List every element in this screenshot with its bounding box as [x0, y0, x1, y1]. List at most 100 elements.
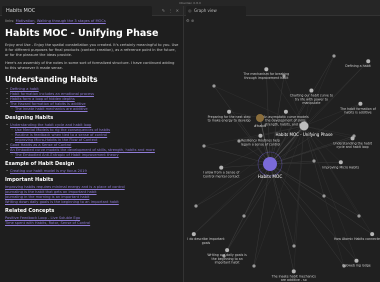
center-node — [263, 157, 277, 171]
graph-node — [202, 144, 206, 148]
list-item: The innate habit mechanics are additive — [5, 107, 179, 112]
heading-understanding: Understanding Habits — [5, 75, 98, 84]
heading-example: Example of Habit Design — [5, 161, 75, 167]
heading-important: Important Habits — [5, 177, 54, 183]
graph-node — [194, 204, 198, 208]
graph-node — [350, 136, 355, 141]
center-node-label: Habits MOC — [258, 174, 283, 179]
links-line: links: Motivation, Walking through the 3… — [5, 19, 106, 23]
graph-node — [252, 264, 256, 268]
internal-link[interactable]: Improving Micro-Habits in the Flow of Co… — [15, 138, 97, 142]
graph-node — [366, 59, 371, 64]
graph-edge — [253, 163, 271, 267]
graph-edge — [221, 163, 271, 168]
graph-node-label: The habit formation of habits is additive — [339, 107, 377, 115]
internal-link[interactable]: The Embodied Anti-Entropic of Habit impr… — [15, 153, 119, 157]
graph-edge — [253, 125, 305, 267]
internal-link[interactable]: Habit formation includes an emotional pr… — [10, 92, 94, 96]
graph-node — [191, 232, 196, 237]
tag-node — [256, 114, 264, 122]
internal-link[interactable]: Use Mental Models to rig the consequence… — [15, 128, 110, 132]
tab-habits-moc[interactable]: Habits MOC — [2, 6, 152, 16]
graph-node — [258, 133, 263, 138]
example-list: Creating our habit model is my focus 201… — [5, 169, 179, 174]
graph-node — [291, 269, 296, 274]
internal-link[interactable]: Creating our habit model is my focus 201… — [10, 169, 87, 173]
graph-node-label: Resiliency Routines help regain a sense o… — [241, 139, 281, 147]
note-content: links: Motivation, Walking through the 3… — [5, 19, 179, 226]
graph-tabbar: ◎ Graph view — [184, 6, 380, 16]
graph-node-label: Understanding the habit cycle and habit l… — [333, 141, 373, 149]
editor-pane: Habits MOC ✎ ⋮ ✕ links: Motivation, Walk… — [0, 6, 183, 282]
internal-link[interactable]: Time spent with Habits, Rotor, Sense of … — [5, 221, 179, 226]
graph-node-label: The mechanism for breaking through improv… — [242, 72, 289, 80]
designing-list: Understanding the habit cycle and habit … — [5, 123, 179, 158]
unifying-node-label: Habits MOC - Unifying Phase — [275, 132, 333, 137]
intro-paragraph-2: Here's an assembly of the notes in some … — [5, 61, 175, 70]
important-lines: Improving habits requires minimal energy… — [5, 185, 179, 205]
internal-link[interactable]: Good Habits as a Sense of Control — [10, 143, 71, 147]
graph-node-label: I allow from a Sense of Control mental co… — [203, 171, 240, 179]
graph-node — [309, 88, 314, 93]
graph-node — [370, 232, 375, 237]
graph-node — [332, 54, 336, 58]
list-item: Creating our habit model is my focus 201… — [5, 169, 179, 174]
internal-link[interactable]: Writing down daily goals is the beginnin… — [5, 200, 179, 205]
graph-node-label: Cobweb ing lodge — [342, 264, 371, 268]
graph-node — [322, 194, 326, 198]
graph-edge — [269, 163, 360, 217]
page-title: Habits MOC - Unifying Phase — [5, 28, 159, 39]
intro-paragraph: Enjoy and Use - Enjoy the spatial conste… — [5, 43, 179, 57]
graph-node-label: I do describe important goals — [187, 237, 225, 245]
unifying-node — [299, 121, 309, 131]
link-motivation[interactable]: Motivation — [16, 19, 35, 23]
editor-tabbar: Habits MOC ✎ ⋮ ✕ — [0, 6, 183, 16]
graph-node — [357, 214, 361, 218]
graph-canvas[interactable]: The mechanism for breaking through improv… — [184, 16, 380, 282]
graph-node-label: Preparing for the next step to make energ… — [208, 115, 251, 123]
tab-title: Habits MOC — [6, 8, 36, 14]
graph-node — [242, 214, 246, 218]
graph-edge — [303, 125, 360, 217]
graph-node — [338, 160, 343, 165]
graph-node-label: How Atomic Habits connected — [334, 237, 380, 241]
heading-designing: Designing Habits — [5, 115, 54, 121]
graph-edge — [203, 145, 271, 165]
graph-node — [264, 67, 269, 72]
graph-node — [358, 101, 363, 106]
tab-graph-view[interactable]: ◎ Graph view — [186, 6, 246, 16]
graph-node-label: Improving Micro Habits — [322, 165, 359, 169]
graph-icon: ◎ — [188, 8, 192, 13]
graph-node — [283, 109, 288, 114]
graph-node — [292, 244, 296, 248]
graph-node — [219, 165, 224, 170]
graph-pane: ◎ Graph view ⚙ ⊕ The mechanism for break… — [184, 6, 380, 282]
graph-node-label: Writing our daily goals is the beginning … — [207, 253, 247, 265]
understanding-list: Defining a habitHabit formation includes… — [5, 87, 179, 112]
graph-node — [212, 84, 216, 88]
graph-node — [225, 248, 230, 253]
graph-edge — [269, 163, 357, 261]
heading-related: Related Concepts — [5, 208, 55, 214]
graph-node — [354, 258, 359, 263]
tag-node-label: #habit — [254, 124, 267, 128]
internal-link[interactable]: An Embodied curve models the development… — [10, 148, 155, 152]
internal-link[interactable]: Habits form a loop of hidden depths — [10, 97, 75, 101]
internal-link[interactable]: Defining a habit — [10, 87, 39, 91]
internal-link[interactable]: Understanding the habit cycle and habit … — [10, 123, 91, 127]
graph-node-label: Defining a habit — [345, 64, 371, 68]
graph-node — [312, 159, 316, 163]
related-lines: Positive Feedback Loop - Live Soluble Eg… — [5, 216, 179, 226]
graph-tab-title: Graph view — [194, 8, 217, 13]
link-walking-through[interactable]: Walking through the 3 stages of MOCs — [37, 19, 106, 23]
graph-node — [227, 109, 232, 114]
internal-link[interactable]: The Hazard formation of habits is additi… — [10, 102, 86, 106]
links-prefix: links: — [5, 19, 15, 23]
internal-link[interactable]: The innate habit mechanics are additive — [15, 107, 88, 111]
graph-edge — [293, 125, 305, 247]
graph-node-label: The inaate habit mechanics are additive -… — [271, 274, 317, 282]
graph-edge — [269, 163, 373, 235]
list-item: The Embodied Anti-Entropic of Habit impr… — [5, 153, 179, 158]
internal-link[interactable]: Routine is feedback when tied to a sense… — [15, 133, 107, 137]
pane-actions-icon[interactable]: ✎ ⋮ ✕ — [162, 7, 180, 15]
